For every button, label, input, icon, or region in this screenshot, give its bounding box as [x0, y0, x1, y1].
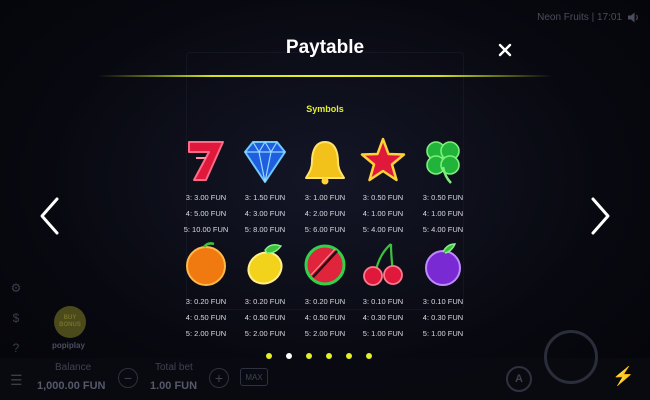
orange-icon — [184, 240, 228, 288]
max-bet-button[interactable]: MAX — [240, 368, 268, 386]
speaker-icon[interactable] — [628, 12, 640, 23]
paytable-row-2-watermelon: 3: 0.20 FUN 4: 0.50 FUN 5: 2.00 FUN — [304, 297, 346, 338]
page-dot-4[interactable] — [326, 353, 332, 359]
title-divider — [98, 75, 552, 77]
brand-logo: popiplay — [52, 341, 85, 350]
close-icon[interactable] — [495, 40, 515, 60]
buy-bonus-button[interactable]: BUY BONUS — [54, 306, 86, 338]
page-indicator — [266, 353, 372, 359]
settings-icon[interactable]: ⚙ — [6, 278, 26, 298]
money-bag-icon[interactable]: $ — [6, 308, 26, 328]
previous-page-arrow-icon[interactable] — [38, 196, 60, 236]
paytable-row-1-bell: 3: 1.00 FUN 4: 2.00 FUN 5: 6.00 FUN — [304, 193, 346, 234]
star-icon — [360, 137, 406, 185]
plum-icon — [421, 240, 465, 288]
paytable-row-2-cherries: 3: 0.10 FUN 4: 0.30 FUN 5: 1.00 FUN — [362, 297, 404, 338]
turbo-icon[interactable]: ⚡ — [612, 366, 634, 390]
paytable-row-1-diamond: 3: 1.50 FUN 4: 3.00 FUN 5: 8.00 FUN — [244, 193, 286, 234]
page-dot-2[interactable] — [286, 353, 292, 359]
help-icon[interactable]: ? — [6, 338, 26, 358]
watermelon-icon — [303, 241, 347, 289]
paytable-row-1-seven: 3: 3.00 FUN 4: 5.00 FUN 5: 10.00 FUN — [183, 193, 229, 234]
top-status-bar: Neon Fruits | 17:01 — [537, 12, 640, 23]
page-dot-1[interactable] — [266, 353, 272, 359]
paytable-row-1-star: 3: 0.50 FUN 4: 1.00 FUN 5: 4.00 FUN — [362, 193, 404, 234]
total-bet-value: 1.00 FUN — [150, 380, 198, 392]
page-dot-5[interactable] — [346, 353, 352, 359]
game-name-clock: Neon Fruits | 17:01 — [537, 12, 622, 23]
diamond-icon — [243, 138, 287, 186]
left-icon-column: ⚙ $ ? — [6, 278, 26, 358]
menu-icon[interactable]: ☰ — [10, 372, 23, 389]
modal-title: Paytable — [285, 37, 365, 58]
section-title: Symbols — [306, 104, 344, 114]
clover-icon — [421, 137, 465, 185]
total-bet-label: Total bet — [155, 362, 193, 373]
paytable-row-2-plum: 3: 0.10 FUN 4: 0.30 FUN 5: 1.00 FUN — [422, 297, 464, 338]
balance-value: 1,000.00 FUN — [37, 380, 106, 392]
bet-decrease-button[interactable]: − — [118, 368, 138, 388]
paytable-row-1-clover: 3: 0.50 FUN 4: 1.00 FUN 5: 4.00 FUN — [422, 193, 464, 234]
next-page-arrow-icon[interactable] — [590, 196, 612, 236]
cherries-icon — [361, 240, 405, 288]
paytable-row-2-lemon: 3: 0.20 FUN 4: 0.50 FUN 5: 2.00 FUN — [244, 297, 286, 338]
paytable-row-2-orange: 3: 0.20 FUN 4: 0.50 FUN 5: 2.00 FUN — [185, 297, 227, 338]
seven-icon — [184, 136, 228, 184]
page-dot-6[interactable] — [366, 353, 372, 359]
spin-button[interactable] — [544, 330, 598, 384]
bell-icon — [303, 138, 347, 186]
page-dot-3[interactable] — [306, 353, 312, 359]
lemon-icon — [243, 240, 287, 288]
balance-label: Balance — [55, 362, 92, 373]
bet-increase-button[interactable]: + — [209, 368, 229, 388]
autoplay-button[interactable]: A — [506, 366, 532, 392]
